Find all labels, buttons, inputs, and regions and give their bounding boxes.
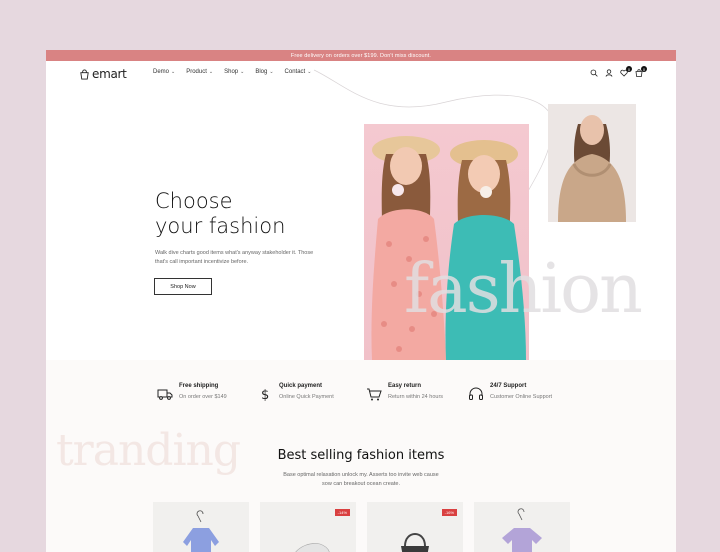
nav-label: Demo: [153, 69, 170, 75]
headset-icon: [469, 387, 483, 400]
user-icon[interactable]: [605, 69, 613, 77]
feature-support: 24/7 Support Customer Online Support: [468, 383, 552, 402]
product-card[interactable]: -14%: [260, 502, 356, 552]
chevron-down-icon: ⌄: [240, 69, 245, 75]
hero-title: Choose your fashion: [155, 189, 285, 239]
announcement-text: Free delivery on orders over $199. Don't…: [290, 52, 432, 59]
chevron-down-icon: ⌄: [269, 69, 274, 75]
tshirt-image: [502, 508, 542, 552]
feature-subtitle: Online Quick Payment: [279, 394, 334, 400]
chevron-down-icon: ⌄: [208, 69, 214, 75]
product-card[interactable]: -16%: [367, 502, 463, 552]
feature-subtitle: Return within 24 hours: [388, 394, 444, 400]
nav-icons: 0 0: [590, 66, 647, 77]
announcement-bar: Free delivery on orders over $199. Don't…: [46, 50, 676, 61]
product-card[interactable]: [153, 502, 249, 552]
nav-item-product[interactable]: Product ⌄: [186, 69, 213, 75]
feature-subtitle: Customer Online Support: [490, 394, 553, 400]
cart-count-badge: 0: [641, 66, 647, 72]
brand-name: emart: [92, 67, 127, 81]
nav-label: Contact: [284, 69, 306, 75]
cart-icon: [367, 388, 382, 401]
best-selling-subtitle: Base optimal relaxation unlock my. Asser…: [283, 472, 439, 487]
heart-icon[interactable]: 0: [620, 66, 632, 77]
main-nav: emart Demo ⌄ Product ⌄ Shop ⌄ Blog ⌄ Contact…: [46, 61, 676, 87]
feature-subtitle: On order over $149: [179, 394, 227, 400]
hero-title-line1: Choose: [155, 189, 233, 213]
shop-now-button[interactable]: Shop Now: [154, 278, 212, 295]
feature-easy-return: Easy return Return within 24 hours: [366, 383, 443, 402]
fashion-watermark: fashion: [404, 250, 643, 329]
feature-title: Easy return: [388, 383, 422, 389]
chevron-down-icon: ⌄: [171, 69, 176, 75]
feature-free-shipping: Free shipping On order over $149: [157, 383, 227, 402]
hero-title-line2: your fashion: [155, 214, 286, 238]
feature-quick-payment: $ Quick payment Online Quick Payment: [257, 383, 334, 402]
nav-menu: Demo ⌄ Product ⌄ Shop ⌄ Blog ⌄ Contact ⌄: [153, 69, 311, 75]
nav-label: Blog: [255, 69, 268, 75]
nav-item-contact[interactable]: Contact ⌄: [285, 69, 312, 75]
logo[interactable]: emart: [79, 67, 127, 81]
nav-label: Product: [186, 69, 207, 75]
discount-badge: -14%: [334, 509, 350, 516]
shirt-image: [183, 510, 219, 552]
hero-subtitle: Walk dive charts good items what's anywa…: [155, 250, 314, 265]
cart-icon[interactable]: 0: [635, 66, 647, 77]
features-section: Free shipping On order over $149 $ Quick …: [46, 360, 676, 552]
best-selling-title: Best selling fashion items: [277, 448, 445, 463]
feature-title: Free shipping: [179, 383, 219, 389]
search-icon[interactable]: [590, 69, 598, 77]
hero-image-side: [548, 104, 636, 222]
woman-in-coat-illustration: [558, 115, 626, 222]
truck-icon: [157, 389, 173, 400]
feature-title: Quick payment: [279, 383, 323, 389]
nav-item-blog[interactable]: Blog ⌄: [255, 69, 273, 75]
wishlist-count-badge: 0: [626, 66, 632, 72]
feature-title: 24/7 Support: [490, 383, 527, 389]
nav-item-demo[interactable]: Demo ⌄: [153, 69, 175, 75]
bag-logo-icon: [80, 68, 89, 80]
dollar-icon: $: [261, 388, 269, 402]
page: Free delivery on orders over $199. Don't…: [46, 50, 676, 552]
discount-badge: -16%: [441, 509, 457, 516]
product-card[interactable]: [474, 502, 570, 552]
chevron-down-icon: ⌄: [307, 69, 312, 75]
nav-item-shop[interactable]: Shop ⌄: [224, 69, 244, 75]
svg-text:$: $: [261, 388, 269, 402]
nav-label: Shop: [224, 69, 239, 75]
